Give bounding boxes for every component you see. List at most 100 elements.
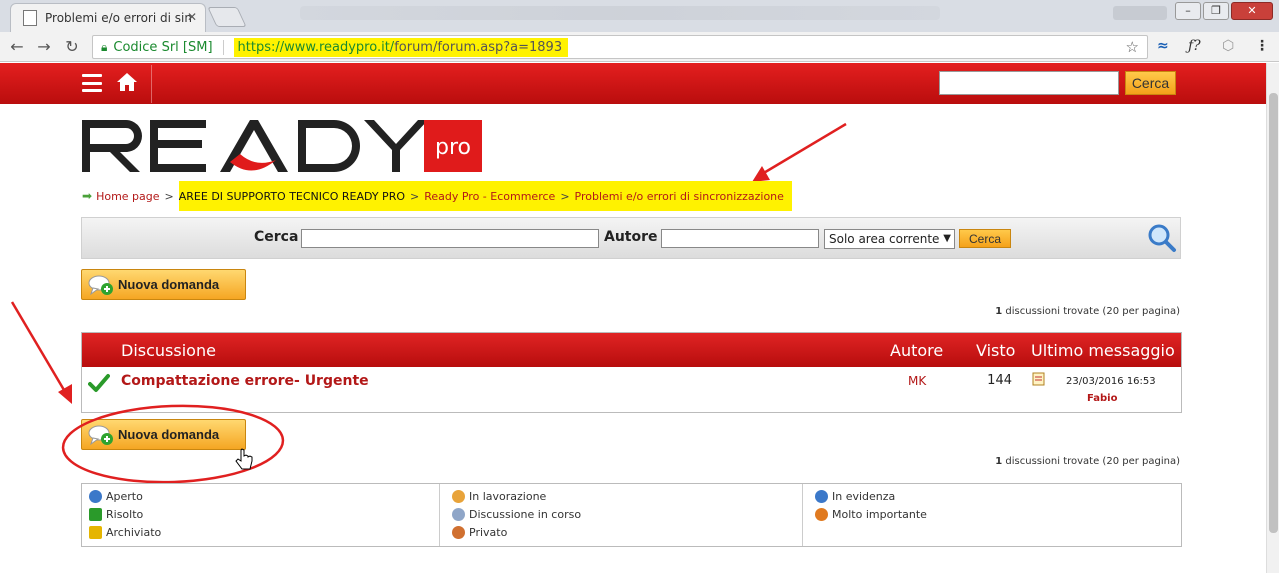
legend-open: Aperto: [89, 490, 143, 503]
discussion-author-link[interactable]: MK: [908, 374, 926, 388]
url-text[interactable]: https://www.readypro.it/forum/forum.asp?…: [233, 37, 569, 57]
header-divider: [151, 65, 152, 103]
breadcrumb: ➡ Home page > AREE DI SUPPORTO TECNICO R…: [82, 181, 792, 211]
results-count-text: discussioni trovate (20 per pagina): [1005, 306, 1180, 317]
readypro-logo: pro: [82, 120, 482, 172]
tab-title: Problemi e/o errori di sin: [45, 11, 192, 25]
legend-label: Molto importante: [832, 508, 927, 521]
last-message-icon[interactable]: [1031, 371, 1047, 387]
search-submit-button[interactable]: Cerca: [959, 229, 1011, 248]
exclamation-icon: [815, 508, 828, 521]
legend-in-progress: In lavorazione: [452, 490, 546, 503]
new-question-button-top[interactable]: Nuova domanda: [81, 269, 246, 300]
bookmark-star-icon[interactable]: ☆: [1126, 38, 1139, 56]
legend-column-1: Aperto Risolto Archiviato: [82, 484, 439, 546]
scrollbar-thumb[interactable]: [1269, 93, 1278, 533]
annotation-arrow-breadcrumb: [752, 122, 847, 182]
close-window-button[interactable]: ✕: [1231, 2, 1273, 20]
forward-arrow-icon[interactable]: →: [33, 36, 55, 58]
legend-solved: Risolto: [89, 508, 143, 521]
last-message-user-link[interactable]: Fabio: [1087, 393, 1117, 404]
back-arrow-icon[interactable]: ←: [6, 36, 28, 58]
blurred-user-badge: [1113, 6, 1167, 20]
tab-close-icon[interactable]: ✕: [187, 10, 197, 24]
screen: Problemi e/o errori di sin ✕ – ❐ ✕ ← → ↻…: [0, 0, 1279, 573]
discussion-views: 144: [987, 373, 1012, 388]
annotation-ellipse: [61, 404, 285, 484]
annotation-arrow-button: [10, 301, 72, 404]
browser-toolbar: ← → ↻ 🔒︎ Codice Srl [SM] https://www.rea…: [0, 32, 1279, 62]
breadcrumb-section-link[interactable]: Ready Pro - Ecommerce: [424, 190, 555, 203]
status-legend: Aperto Risolto Archiviato In lavorazione…: [81, 483, 1182, 547]
home-icon[interactable]: [116, 71, 138, 93]
search-label: Cerca: [254, 229, 299, 245]
url-host: https://www.readypro.it/: [237, 39, 395, 55]
legend-featured: In evidenza: [815, 490, 895, 503]
header-discussion[interactable]: Discussione: [121, 341, 216, 360]
hand-cursor-icon: [235, 448, 253, 470]
new-tab-button[interactable]: [207, 7, 247, 27]
page-scrollbar[interactable]: [1266, 63, 1279, 573]
results-count-text: discussioni trovate (20 per pagina): [1005, 456, 1180, 467]
legend-label: In evidenza: [832, 490, 896, 503]
breadcrumb-current-link[interactable]: Problemi e/o errori di sincronizzazione: [575, 190, 784, 203]
legend-label: Privato: [469, 526, 508, 539]
address-bar[interactable]: 🔒︎ Codice Srl [SM] https://www.readypro.…: [92, 35, 1148, 59]
legend-column-3: In evidenza Molto importante: [802, 484, 1181, 546]
breadcrumb-separator: >: [410, 189, 420, 203]
breadcrumb-home-link[interactable]: Home page: [96, 190, 159, 203]
extension-f-icon[interactable]: ƒ?: [1188, 38, 1201, 54]
blurred-window-title: [300, 6, 940, 20]
legend-label: Archiviato: [106, 526, 162, 539]
hamburger-icon[interactable]: [82, 74, 102, 92]
breadcrumb-arrow-icon: ➡: [82, 189, 93, 203]
author-input[interactable]: [661, 229, 819, 248]
breadcrumb-separator: >: [164, 189, 174, 203]
author-label: Autore: [604, 229, 658, 245]
private-users-icon: [452, 526, 465, 539]
results-count-number: 1: [995, 306, 1003, 317]
header-author[interactable]: Autore: [890, 341, 943, 360]
extension-box-icon[interactable]: ⬡: [1222, 38, 1234, 54]
breadcrumb-area-link[interactable]: AREE DI SUPPORTO TECNICO READY PRO: [179, 190, 405, 203]
check-icon: [89, 508, 102, 521]
check-icon: [88, 374, 110, 392]
search-text-input[interactable]: [301, 229, 599, 248]
reload-icon[interactable]: ↻: [61, 36, 83, 58]
browser-tab-active[interactable]: Problemi e/o errori di sin ✕: [10, 3, 206, 32]
legend-column-2: In lavorazione Discussione in corso Priv…: [439, 484, 802, 546]
magnifier-icon[interactable]: [1147, 223, 1177, 253]
discussion-title-link[interactable]: Compattazione errore- Urgente: [121, 373, 369, 389]
last-message-date: 23/03/2016 16:53: [1066, 376, 1156, 387]
header-views[interactable]: Visto: [976, 341, 1015, 360]
header-search-button[interactable]: Cerca: [1125, 71, 1176, 95]
legend-label: Aperto: [106, 490, 143, 503]
results-count-top: 1 discussioni trovate (20 per pagina): [900, 306, 1180, 317]
forum-search-bar: Cerca Autore Solo area corrente ▼ Cerca: [81, 217, 1181, 259]
header-last-message[interactable]: Ultimo messaggio: [1031, 341, 1175, 360]
security-label: Codice Srl [SM]: [113, 39, 224, 55]
results-count-number: 1: [995, 456, 1003, 467]
svg-text:pro: pro: [435, 135, 471, 160]
header-search-input[interactable]: [939, 71, 1119, 95]
browser-menu-icon[interactable]: ⋮: [1255, 38, 1269, 54]
legend-label: Discussione in corso: [469, 508, 582, 521]
url-path: forum/forum.asp?a=1893: [394, 39, 563, 55]
site-header: Cerca: [0, 63, 1279, 104]
lock-icon: 🔒︎: [101, 39, 108, 54]
legend-private: Privato: [452, 526, 507, 539]
breadcrumb-highlight: AREE DI SUPPORTO TECNICO READY PRO > Rea…: [178, 181, 792, 211]
legend-ongoing: Discussione in corso: [452, 508, 581, 521]
results-count-bottom: 1 discussioni trovate (20 per pagina): [900, 456, 1180, 467]
legend-archived: Archiviato: [89, 526, 161, 539]
speech-bubble-add-icon: [88, 275, 113, 295]
table-header: Discussione Autore Visto Ultimo messaggi…: [82, 333, 1181, 367]
maximize-button[interactable]: ❐: [1203, 2, 1229, 20]
legend-label: Risolto: [106, 508, 144, 521]
legend-label: In lavorazione: [469, 490, 547, 503]
users-icon: [452, 508, 465, 521]
minimize-button[interactable]: –: [1175, 2, 1201, 20]
breadcrumb-separator: >: [560, 189, 570, 203]
extension-n-icon[interactable]: ≈: [1157, 38, 1169, 54]
scope-select[interactable]: Solo area corrente ▼: [824, 229, 955, 249]
